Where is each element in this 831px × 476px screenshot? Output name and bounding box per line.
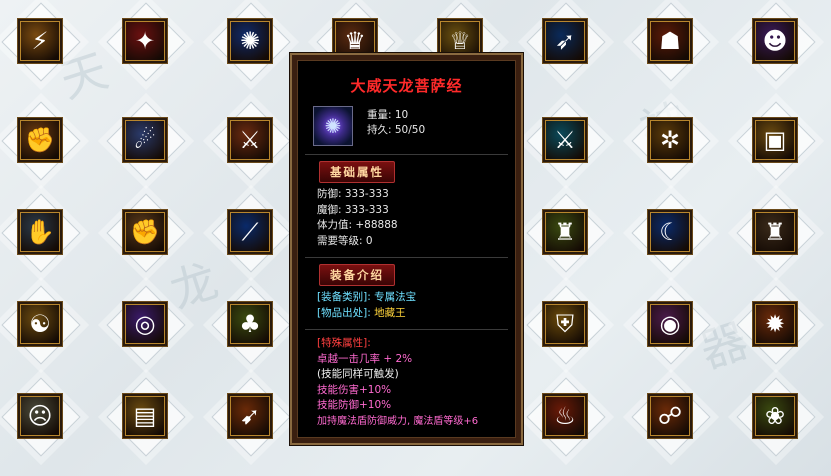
item-summary: ✺ 重量: 10 持久: 50/50 <box>313 106 516 146</box>
item-slot[interactable]: ✹ <box>736 285 816 365</box>
item-weight: 重量: 10 <box>367 109 409 121</box>
item-slot[interactable]: ✲ <box>631 101 711 181</box>
item-slot[interactable]: ➹ <box>211 377 291 457</box>
equipment-intro-list: [装备类别]: 专属法宝 [物品出处]: 地藏王 <box>317 290 516 321</box>
blue-orb-icon: ✺ <box>313 106 353 146</box>
item-slot[interactable]: ⟋ <box>211 193 291 273</box>
blue-energy-orb-icon[interactable]: ✺ <box>228 19 272 63</box>
golden-shield-icon[interactable]: ⛨ <box>543 302 587 346</box>
fire-swirl-icon[interactable]: ✹ <box>753 302 797 346</box>
item-slot[interactable]: ☻ <box>736 2 816 82</box>
dark-tower-icon[interactable]: ♜ <box>753 210 797 254</box>
golden-wheel-icon[interactable]: ✲ <box>648 118 692 162</box>
special-attributes-list: [特殊属性]: 卓越一击几率 + 2% (技能同样可触发) 技能伤害+10% 技… <box>317 336 516 429</box>
item-slot[interactable]: ✋ <box>1 193 81 273</box>
fire-arrow-icon[interactable]: ➹ <box>228 394 272 438</box>
blue-lightning-spear-icon[interactable]: ➶ <box>543 19 587 63</box>
item-slot[interactable]: ♣ <box>211 285 291 365</box>
special-line: 技能伤害+10% <box>317 383 392 396</box>
item-slot[interactable]: ✊ <box>106 193 186 273</box>
item-slot[interactable]: ▣ <box>736 101 816 181</box>
item-slot[interactable]: ⛨ <box>526 285 606 365</box>
item-slot[interactable]: ◉ <box>631 285 711 365</box>
golden-tree-icon[interactable]: ♣ <box>228 302 272 346</box>
source-value: 地藏王 <box>374 306 406 319</box>
item-slot[interactable]: ☗ <box>631 2 711 82</box>
item-basic-stats: 重量: 10 持久: 50/50 <box>367 106 425 146</box>
item-slot[interactable]: ♜ <box>526 193 606 273</box>
item-slot[interactable]: ⚡ <box>1 2 81 82</box>
item-slot[interactable]: ⚔ <box>526 101 606 181</box>
item-slot[interactable]: ☯ <box>1 285 81 365</box>
category-label: [装备类别]: <box>317 291 375 303</box>
base-attributes-list: 防御: 333-333 魔御: 333-333 体力值: +88888 需要等级… <box>317 187 516 249</box>
item-slot[interactable]: ☄ <box>106 101 186 181</box>
source-line: [物品出处]: 地藏王 <box>317 306 516 322</box>
jade-guardian-icon[interactable]: ♜ <box>543 210 587 254</box>
stat-line: 体力值: +88888 <box>317 219 398 231</box>
blue-crescent-icon[interactable]: ☾ <box>648 210 692 254</box>
stat-line: 防御: 333-333 <box>317 188 389 200</box>
item-slot[interactable]: ☹ <box>1 377 81 457</box>
punch-fist-icon[interactable]: ✊ <box>123 210 167 254</box>
special-line: 加持魔法盾防御威力, 魔法盾等级+6 <box>317 415 479 427</box>
base-attributes-header: 基础属性 <box>319 161 395 183</box>
category-line: [装备类别]: 专属法宝 <box>317 290 516 306</box>
item-slot[interactable]: ♨ <box>526 377 606 457</box>
divider <box>305 329 508 330</box>
flame-spirit-icon[interactable]: ♨ <box>543 394 587 438</box>
equipment-intro-header: 装备介绍 <box>319 264 395 286</box>
flame-sword-icon[interactable]: ⚔ <box>228 118 272 162</box>
treasure-chest-icon[interactable]: ▣ <box>753 118 797 162</box>
golden-scroll-icon[interactable]: ▤ <box>123 394 167 438</box>
special-attributes-header: [特殊属性]: <box>317 337 371 349</box>
gauntlet-icon[interactable]: ✋ <box>18 210 62 254</box>
item-slot[interactable]: ◎ <box>106 285 186 365</box>
special-line: 卓越一击几率 + 2% <box>317 352 413 365</box>
item-slot[interactable]: ❀ <box>736 377 816 457</box>
item-slot[interactable]: ✦ <box>106 2 186 82</box>
item-slot[interactable]: ✊ <box>1 101 81 181</box>
category-value: 专属法宝 <box>374 291 417 303</box>
item-slot[interactable]: ⚔ <box>211 101 291 181</box>
divider <box>305 257 508 258</box>
special-line: (技能同样可触发) <box>317 368 399 380</box>
special-line: 技能防御+10% <box>317 399 392 411</box>
crimson-dragon-icon[interactable]: ✦ <box>123 19 167 63</box>
stone-face-icon[interactable]: ☹ <box>18 394 62 438</box>
item-slot[interactable]: ▤ <box>106 377 186 457</box>
purple-mask-icon[interactable]: ☻ <box>753 19 797 63</box>
item-durability: 持久: 50/50 <box>367 124 426 136</box>
fire-shadow-icon[interactable]: ☍ <box>648 394 692 438</box>
stat-line: 需要等级: 0 <box>317 234 373 247</box>
item-tooltip: 大威天龙菩萨经 ✺ 重量: 10 持久: 50/50 基础属性 防御: 333-… <box>290 53 523 445</box>
purple-vortex-icon[interactable]: ◎ <box>123 302 167 346</box>
golden-claw-icon[interactable]: ⚡ <box>18 19 62 63</box>
yin-yang-icon[interactable]: ☯ <box>18 302 62 346</box>
blue-orb-staff-icon[interactable]: ☄ <box>123 118 167 162</box>
divider <box>305 154 508 155</box>
armored-fist-icon[interactable]: ✊ <box>18 118 62 162</box>
lotus-flower-icon[interactable]: ❀ <box>753 394 797 438</box>
item-slot[interactable]: ☾ <box>631 193 711 273</box>
source-label: [物品出处]: <box>317 306 375 319</box>
item-name: 大威天龙菩萨经 <box>350 77 463 95</box>
item-slot[interactable]: ♜ <box>736 193 816 273</box>
stat-line: 魔御: 333-333 <box>317 203 389 216</box>
purple-orb-altar-icon[interactable]: ◉ <box>648 302 692 346</box>
blue-blade-slash-icon[interactable]: ⟋ <box>228 210 272 254</box>
item-slot[interactable]: ✺ <box>211 2 291 82</box>
item-slot[interactable]: ☍ <box>631 377 711 457</box>
fire-warrior-icon[interactable]: ☗ <box>648 19 692 63</box>
item-slot[interactable]: ➶ <box>526 2 606 82</box>
cyan-sword-icon[interactable]: ⚔ <box>543 118 587 162</box>
